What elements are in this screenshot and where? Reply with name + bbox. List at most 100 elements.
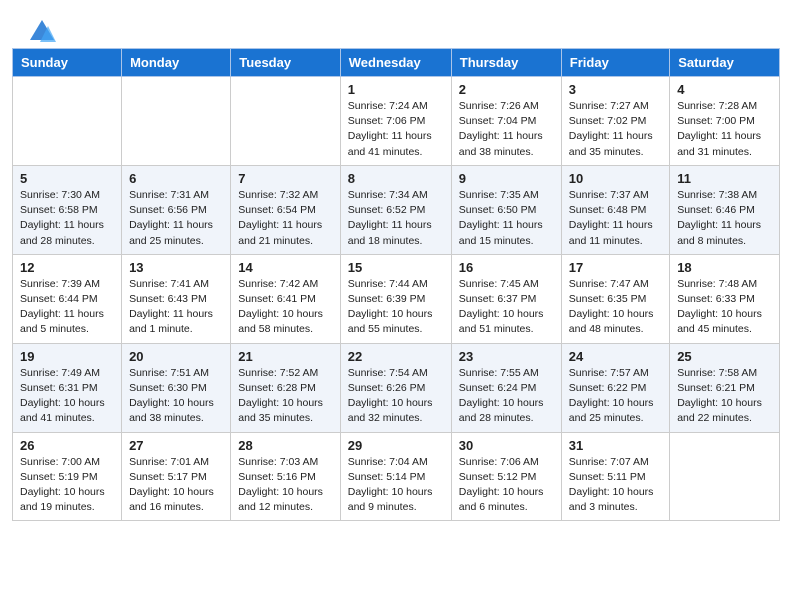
day-number: 25 — [677, 349, 772, 364]
cell-info: Sunrise: 7:32 AM Sunset: 6:54 PM Dayligh… — [238, 188, 332, 249]
day-number: 1 — [348, 82, 444, 97]
cell-info: Sunrise: 7:39 AM Sunset: 6:44 PM Dayligh… — [20, 277, 114, 338]
calendar-cell: 7 Sunrise: 7:32 AM Sunset: 6:54 PM Daylig… — [231, 165, 340, 254]
calendar-cell: 24 Sunrise: 7:57 AM Sunset: 6:22 PM Dayli… — [561, 343, 669, 432]
calendar-wrap: SundayMondayTuesdayWednesdayThursdayFrid… — [0, 48, 792, 533]
calendar-cell: 30 Sunrise: 7:06 AM Sunset: 5:12 PM Dayli… — [451, 432, 561, 521]
calendar-cell: 4Sunrise: 7:28 AM Sunset: 7:00 PM Daylig… — [670, 77, 780, 166]
day-number: 30 — [459, 438, 554, 453]
cell-info: Sunrise: 7:51 AM Sunset: 6:30 PM Dayligh… — [129, 366, 223, 427]
calendar-cell: 19 Sunrise: 7:49 AM Sunset: 6:31 PM Dayli… — [13, 343, 122, 432]
logo — [24, 18, 56, 40]
cell-info: Sunrise: 7:44 AM Sunset: 6:39 PM Dayligh… — [348, 277, 444, 338]
cell-info: Sunrise: 7:28 AM Sunset: 7:00 PM Dayligh… — [677, 99, 772, 160]
col-header-thursday: Thursday — [451, 49, 561, 77]
day-number: 17 — [569, 260, 662, 275]
day-number: 12 — [20, 260, 114, 275]
calendar-cell: 21Sunrise: 7:52 AM Sunset: 6:28 PM Dayli… — [231, 343, 340, 432]
cell-info: Sunrise: 7:55 AM Sunset: 6:24 PM Dayligh… — [459, 366, 554, 427]
cell-info: Sunrise: 7:03 AM Sunset: 5:16 PM Dayligh… — [238, 455, 332, 516]
header — [0, 0, 792, 48]
day-number: 6 — [129, 171, 223, 186]
day-number: 15 — [348, 260, 444, 275]
cell-info: Sunrise: 7:27 AM Sunset: 7:02 PM Dayligh… — [569, 99, 662, 160]
calendar-cell: 22Sunrise: 7:54 AM Sunset: 6:26 PM Dayli… — [340, 343, 451, 432]
calendar-cell: 10 Sunrise: 7:37 AM Sunset: 6:48 PM Dayli… — [561, 165, 669, 254]
calendar-cell: 2 Sunrise: 7:26 AM Sunset: 7:04 PM Daylig… — [451, 77, 561, 166]
day-number: 21 — [238, 349, 332, 364]
cell-info: Sunrise: 7:49 AM Sunset: 6:31 PM Dayligh… — [20, 366, 114, 427]
cell-info: Sunrise: 7:57 AM Sunset: 6:22 PM Dayligh… — [569, 366, 662, 427]
day-number: 28 — [238, 438, 332, 453]
calendar-cell — [13, 77, 122, 166]
day-number: 3 — [569, 82, 662, 97]
cell-info: Sunrise: 7:30 AM Sunset: 6:58 PM Dayligh… — [20, 188, 114, 249]
cell-info: Sunrise: 7:38 AM Sunset: 6:46 PM Dayligh… — [677, 188, 772, 249]
calendar-cell: 20 Sunrise: 7:51 AM Sunset: 6:30 PM Dayli… — [122, 343, 231, 432]
week-row: 26Sunrise: 7:00 AM Sunset: 5:19 PM Dayli… — [13, 432, 780, 521]
calendar-cell: 15 Sunrise: 7:44 AM Sunset: 6:39 PM Dayli… — [340, 254, 451, 343]
calendar-cell: 28 Sunrise: 7:03 AM Sunset: 5:16 PM Dayli… — [231, 432, 340, 521]
week-row: 1 Sunrise: 7:24 AM Sunset: 7:06 PM Daylig… — [13, 77, 780, 166]
col-header-sunday: Sunday — [13, 49, 122, 77]
cell-info: Sunrise: 7:45 AM Sunset: 6:37 PM Dayligh… — [459, 277, 554, 338]
day-number: 20 — [129, 349, 223, 364]
calendar-cell: 5Sunrise: 7:30 AM Sunset: 6:58 PM Daylig… — [13, 165, 122, 254]
cell-info: Sunrise: 7:04 AM Sunset: 5:14 PM Dayligh… — [348, 455, 444, 516]
week-row: 12 Sunrise: 7:39 AM Sunset: 6:44 PM Dayli… — [13, 254, 780, 343]
calendar-cell: 25 Sunrise: 7:58 AM Sunset: 6:21 PM Dayli… — [670, 343, 780, 432]
cell-info: Sunrise: 7:31 AM Sunset: 6:56 PM Dayligh… — [129, 188, 223, 249]
cell-info: Sunrise: 7:01 AM Sunset: 5:17 PM Dayligh… — [129, 455, 223, 516]
day-number: 11 — [677, 171, 772, 186]
day-number: 26 — [20, 438, 114, 453]
col-header-monday: Monday — [122, 49, 231, 77]
cell-info: Sunrise: 7:26 AM Sunset: 7:04 PM Dayligh… — [459, 99, 554, 160]
calendar-cell — [670, 432, 780, 521]
day-number: 7 — [238, 171, 332, 186]
day-number: 29 — [348, 438, 444, 453]
cell-info: Sunrise: 7:34 AM Sunset: 6:52 PM Dayligh… — [348, 188, 444, 249]
day-number: 8 — [348, 171, 444, 186]
day-number: 10 — [569, 171, 662, 186]
cell-info: Sunrise: 7:58 AM Sunset: 6:21 PM Dayligh… — [677, 366, 772, 427]
calendar-cell: 31 Sunrise: 7:07 AM Sunset: 5:11 PM Dayli… — [561, 432, 669, 521]
calendar-cell — [231, 77, 340, 166]
calendar-cell: 6 Sunrise: 7:31 AM Sunset: 6:56 PM Daylig… — [122, 165, 231, 254]
cell-info: Sunrise: 7:07 AM Sunset: 5:11 PM Dayligh… — [569, 455, 662, 516]
day-number: 9 — [459, 171, 554, 186]
day-number: 2 — [459, 82, 554, 97]
cell-info: Sunrise: 7:42 AM Sunset: 6:41 PM Dayligh… — [238, 277, 332, 338]
calendar-cell: 3 Sunrise: 7:27 AM Sunset: 7:02 PM Daylig… — [561, 77, 669, 166]
cell-info: Sunrise: 7:41 AM Sunset: 6:43 PM Dayligh… — [129, 277, 223, 338]
day-number: 13 — [129, 260, 223, 275]
day-number: 27 — [129, 438, 223, 453]
cell-info: Sunrise: 7:35 AM Sunset: 6:50 PM Dayligh… — [459, 188, 554, 249]
calendar-cell: 29 Sunrise: 7:04 AM Sunset: 5:14 PM Dayli… — [340, 432, 451, 521]
cell-info: Sunrise: 7:24 AM Sunset: 7:06 PM Dayligh… — [348, 99, 444, 160]
day-number: 24 — [569, 349, 662, 364]
col-header-friday: Friday — [561, 49, 669, 77]
calendar-cell: 14Sunrise: 7:42 AM Sunset: 6:41 PM Dayli… — [231, 254, 340, 343]
col-header-tuesday: Tuesday — [231, 49, 340, 77]
calendar-cell: 8 Sunrise: 7:34 AM Sunset: 6:52 PM Daylig… — [340, 165, 451, 254]
cell-info: Sunrise: 7:06 AM Sunset: 5:12 PM Dayligh… — [459, 455, 554, 516]
calendar-cell: 13 Sunrise: 7:41 AM Sunset: 6:43 PM Dayli… — [122, 254, 231, 343]
day-number: 19 — [20, 349, 114, 364]
cell-info: Sunrise: 7:47 AM Sunset: 6:35 PM Dayligh… — [569, 277, 662, 338]
day-number: 31 — [569, 438, 662, 453]
calendar-cell: 23 Sunrise: 7:55 AM Sunset: 6:24 PM Dayli… — [451, 343, 561, 432]
day-number: 23 — [459, 349, 554, 364]
day-number: 16 — [459, 260, 554, 275]
day-number: 22 — [348, 349, 444, 364]
calendar-cell — [122, 77, 231, 166]
week-row: 19 Sunrise: 7:49 AM Sunset: 6:31 PM Dayli… — [13, 343, 780, 432]
calendar-cell: 27 Sunrise: 7:01 AM Sunset: 5:17 PM Dayli… — [122, 432, 231, 521]
calendar-cell: 18Sunrise: 7:48 AM Sunset: 6:33 PM Dayli… — [670, 254, 780, 343]
calendar-cell: 16 Sunrise: 7:45 AM Sunset: 6:37 PM Dayli… — [451, 254, 561, 343]
calendar-cell: 17 Sunrise: 7:47 AM Sunset: 6:35 PM Dayli… — [561, 254, 669, 343]
col-header-saturday: Saturday — [670, 49, 780, 77]
calendar-cell: 9 Sunrise: 7:35 AM Sunset: 6:50 PM Daylig… — [451, 165, 561, 254]
day-number: 18 — [677, 260, 772, 275]
calendar-cell: 1 Sunrise: 7:24 AM Sunset: 7:06 PM Daylig… — [340, 77, 451, 166]
cell-info: Sunrise: 7:37 AM Sunset: 6:48 PM Dayligh… — [569, 188, 662, 249]
